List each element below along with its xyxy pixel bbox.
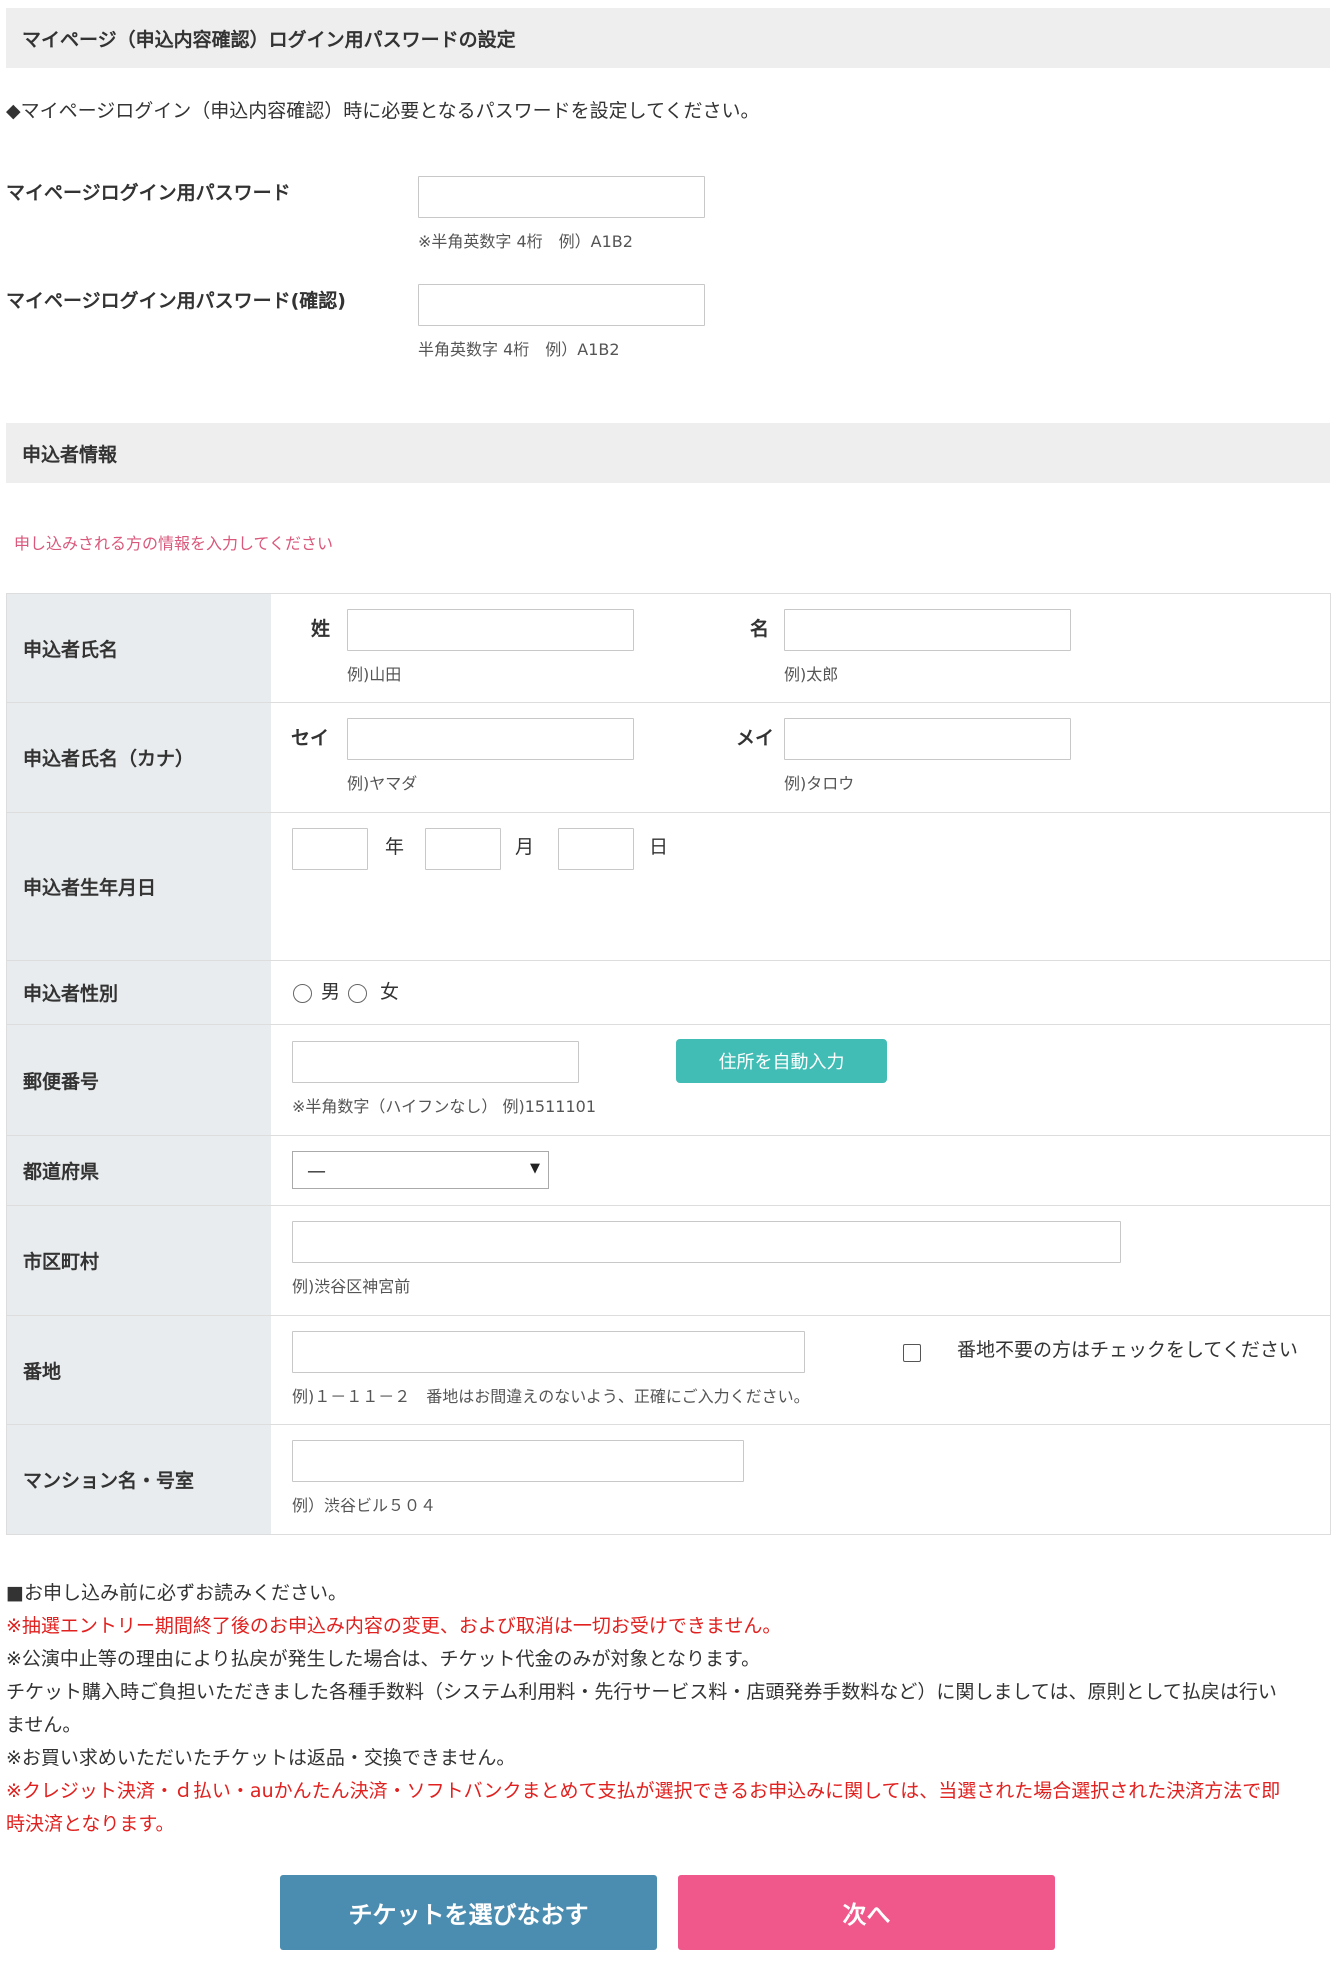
- mei-label: 名: [750, 618, 770, 640]
- kana-sei-hint: 例)ヤマダ: [347, 774, 418, 793]
- password-hint: ※半角英数字 4桁 例）A1B2: [418, 232, 633, 251]
- row-kana-label: 申込者氏名（カナ）: [7, 703, 271, 812]
- password-intro: ◆マイページログイン（申込内容確認）時に必要となるパスワードを設定してください。: [6, 100, 760, 122]
- password-input[interactable]: [418, 176, 705, 218]
- kana-sei-input[interactable]: [347, 718, 634, 760]
- row-gender-label: 申込者性別: [7, 961, 271, 1024]
- sei-label: 姓: [311, 618, 331, 640]
- kana-mei-input[interactable]: [784, 718, 1071, 760]
- gender-male-label: 男: [321, 981, 341, 1003]
- notice-payment-1: ※クレジット決済・ｄ払い・auかんたん決済・ソフトバンクまとめて支払が選択できる…: [6, 1780, 1281, 1802]
- password-section-title: マイページ（申込内容確認）ログイン用パスワードの設定: [22, 28, 516, 51]
- mei-input[interactable]: [784, 609, 1071, 651]
- postal-hint: ※半角数字（ハイフンなし） 例)1511101: [292, 1097, 596, 1116]
- row-postal: 郵便番号 ※半角数字（ハイフンなし） 例)1511101 住所を自動入力: [7, 1024, 1330, 1135]
- address-input[interactable]: [292, 1331, 805, 1373]
- prefecture-selected: —: [307, 1160, 326, 1182]
- prefecture-select[interactable]: — ▼: [292, 1151, 549, 1189]
- city-hint: 例)渋谷区神宮前: [292, 1277, 411, 1296]
- building-input[interactable]: [292, 1440, 744, 1482]
- applicant-section-header: 申込者情報: [6, 423, 1330, 483]
- row-prefecture: 都道府県 — ▼: [7, 1135, 1330, 1205]
- row-address: 番地 例)１－１１－２ 番地はお間違えのないよう、正確にご入力ください。 番地不…: [7, 1315, 1330, 1424]
- chevron-down-icon: ▼: [530, 1161, 540, 1176]
- sei-input[interactable]: [347, 609, 634, 651]
- sei-hint: 例)山田: [347, 665, 402, 684]
- postal-input[interactable]: [292, 1041, 579, 1083]
- notice-no-return: ※お買い求めいただいたチケットは返品・交換できません。: [6, 1747, 516, 1769]
- kana-mei-label: メイ: [736, 727, 775, 749]
- row-kana: 申込者氏名（カナ） セイ 例)ヤマダ メイ 例)タロウ: [7, 702, 1330, 812]
- gender-female-radio[interactable]: [348, 984, 367, 1003]
- row-gender: 申込者性別 男 女: [7, 960, 1330, 1024]
- row-birthday-label: 申込者生年月日: [7, 813, 271, 960]
- password-section-header: マイページ（申込内容確認）ログイン用パスワードの設定: [6, 8, 1330, 68]
- no-address-checkbox[interactable]: [903, 1344, 921, 1362]
- row-city: 市区町村 例)渋谷区神宮前: [7, 1205, 1330, 1315]
- row-postal-label: 郵便番号: [7, 1025, 271, 1135]
- notice-refund: ※公演中止等の理由により払戻が発生した場合は、チケット代金のみが対象となります。: [6, 1648, 761, 1670]
- password-confirm-label: マイページログイン用パスワード(確認): [6, 290, 346, 312]
- birth-month-label: 月: [515, 836, 535, 858]
- birth-day-input[interactable]: [558, 828, 634, 870]
- password-confirm-hint: 半角英数字 4桁 例）A1B2: [418, 340, 620, 359]
- row-prefecture-label: 都道府県: [7, 1136, 271, 1205]
- notice-heading: ■お申し込み前に必ずお読みください。: [6, 1582, 347, 1604]
- auto-address-button[interactable]: 住所を自動入力: [676, 1039, 887, 1083]
- password-confirm-input[interactable]: [418, 284, 705, 326]
- notice-payment-2: 時決済となります。: [6, 1813, 175, 1835]
- next-button[interactable]: 次へ: [678, 1875, 1055, 1950]
- row-name-label: 申込者氏名: [7, 594, 271, 702]
- birth-day-label: 日: [649, 836, 669, 858]
- reselect-ticket-button[interactable]: チケットを選びなおす: [280, 1875, 657, 1950]
- city-input[interactable]: [292, 1221, 1121, 1263]
- row-building-label: マンション名・号室: [7, 1425, 271, 1534]
- applicant-subtitle: 申し込みされる方の情報を入力してください: [14, 534, 334, 553]
- notice-no-change: ※抽選エントリー期間終了後のお申込み内容の変更、および取消は一切お受けできません…: [6, 1615, 782, 1637]
- gender-female-label: 女: [380, 981, 400, 1003]
- notice-fees-1: チケット購入時ご負担いただきました各種手数料（システム利用料・先行サービス料・店…: [6, 1681, 1277, 1703]
- kana-mei-hint: 例)タロウ: [784, 774, 855, 793]
- no-address-label: 番地不要の方はチェックをしてください: [957, 1339, 1298, 1361]
- address-hint: 例)１－１１－２ 番地はお間違えのないよう、正確にご入力ください。: [292, 1387, 810, 1406]
- birth-year-label: 年: [385, 836, 405, 858]
- gender-male-radio[interactable]: [293, 984, 312, 1003]
- birth-month-input[interactable]: [425, 828, 501, 870]
- kana-sei-label: セイ: [291, 727, 330, 749]
- row-name: 申込者氏名 姓 例)山田 名 例)太郎: [7, 594, 1330, 702]
- birth-year-input[interactable]: [292, 828, 368, 870]
- row-birthday: 申込者生年月日 年 月 日: [7, 812, 1330, 960]
- password-label: マイページログイン用パスワード: [6, 182, 291, 204]
- building-hint: 例）渋谷ビル５０４: [292, 1496, 437, 1515]
- applicant-form-table: 申込者氏名 姓 例)山田 名 例)太郎 申込者氏名（カナ） セイ 例)ヤマダ メ…: [6, 593, 1331, 1535]
- applicant-section-title: 申込者情報: [22, 443, 118, 466]
- notice-fees-2: ません。: [6, 1714, 82, 1736]
- row-address-label: 番地: [7, 1316, 271, 1424]
- mei-hint: 例)太郎: [784, 665, 839, 684]
- row-building: マンション名・号室 例）渋谷ビル５０４: [7, 1424, 1330, 1534]
- row-city-label: 市区町村: [7, 1206, 271, 1315]
